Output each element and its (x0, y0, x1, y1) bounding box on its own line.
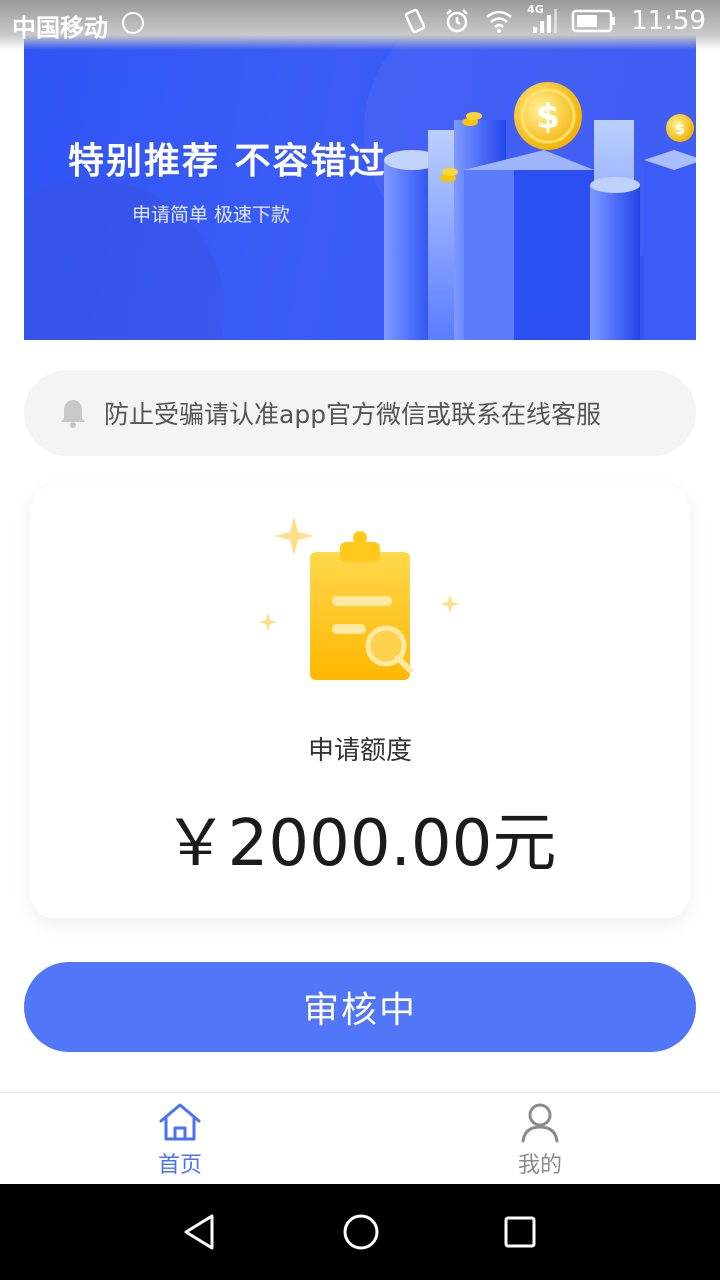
user-icon (521, 1103, 559, 1143)
battery-icon (571, 9, 616, 33)
wifi-icon (486, 10, 512, 33)
credit-limit-card: 申请额度 ￥2000.00元 (30, 486, 690, 918)
promo-banner[interactable]: 特别推荐 不容错过 申请简单 极速下款 $ $ (24, 20, 696, 340)
home-icon (159, 1103, 201, 1141)
clipboard-search-icon (260, 516, 460, 680)
hd-call-icon (122, 12, 144, 34)
bell-icon (61, 400, 85, 428)
carrier-name: 中国移动 (12, 14, 108, 42)
clock: 11:59 (631, 6, 706, 36)
bottom-tab-bar: 首页 我的 (0, 1092, 720, 1184)
notice-text: 防止受骗请认准app官方微信或联系在线客服 (104, 400, 602, 429)
tab-mine-label: 我的 (517, 1153, 562, 1178)
credit-limit-amount: ￥2000.00元 (163, 807, 557, 881)
home-circle-icon[interactable] (341, 1212, 381, 1252)
vibrate-icon (404, 8, 426, 34)
banner-subtitle: 申请简单 极速下款 (132, 204, 291, 226)
status-icons: 4G 11:59 (401, 3, 706, 36)
under-review-button[interactable]: 审核中 (24, 962, 696, 1052)
tab-mine[interactable]: 我的 (480, 1101, 600, 1185)
alarm-icon (446, 9, 468, 33)
system-nav-bar (0, 1184, 720, 1280)
coin-symbol: $ (536, 97, 560, 137)
credit-limit-label: 申请额度 (307, 736, 412, 766)
coin-symbol: $ (675, 122, 685, 138)
tab-home-label: 首页 (157, 1153, 202, 1178)
status-bar: 中国移动 4G 11:59 (0, 0, 720, 50)
city-coins-illustration: $ $ (384, 82, 696, 340)
anti-fraud-notice[interactable]: 防止受骗请认准app官方微信或联系在线客服 (24, 370, 696, 456)
tab-home[interactable]: 首页 (120, 1101, 240, 1185)
banner-title: 特别推荐 不容错过 (68, 141, 387, 182)
back-icon[interactable] (180, 1212, 220, 1252)
recent-apps-icon[interactable] (500, 1212, 540, 1252)
signal-icon: 4G (527, 3, 558, 35)
